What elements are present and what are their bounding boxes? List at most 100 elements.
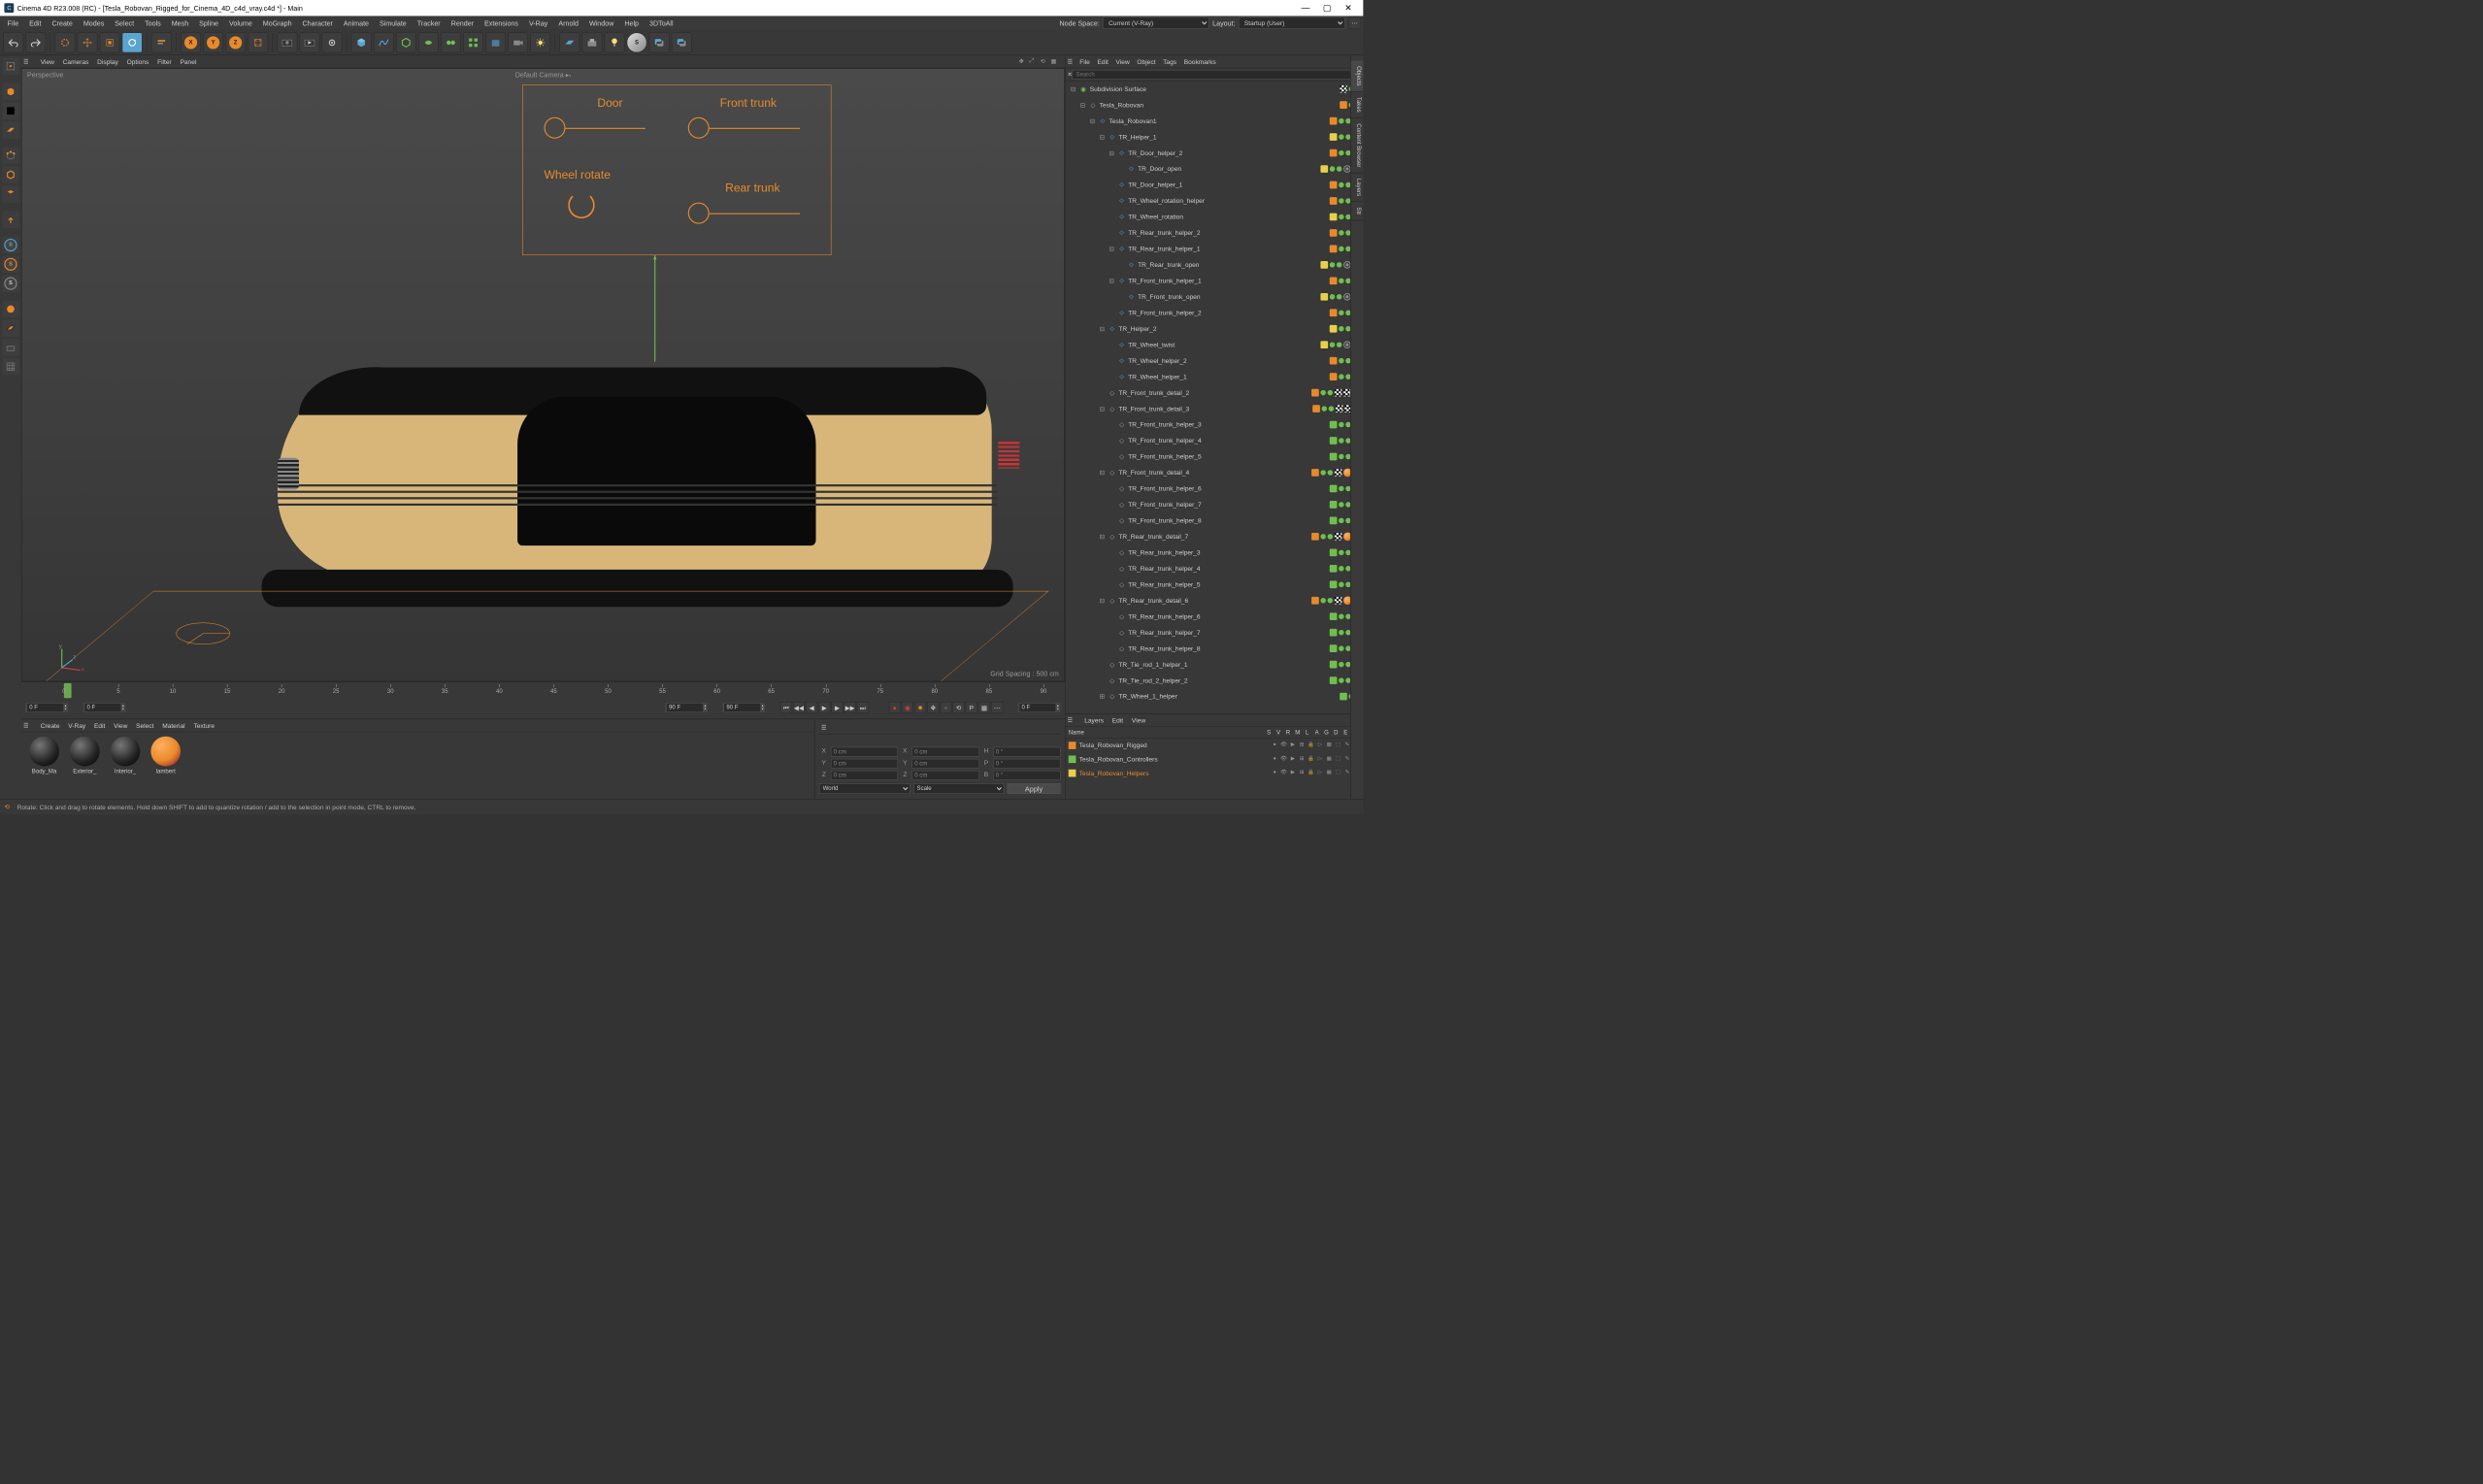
tag-dot-green[interactable] [1339,454,1343,459]
coord-sx-field[interactable] [912,747,979,757]
tag-green[interactable] [1330,453,1338,461]
layer-flag-d[interactable]: ⬚ [1335,770,1342,777]
menu-simulate[interactable]: Simulate [375,18,413,26]
tag-checker[interactable] [1336,405,1343,412]
tree-row[interactable]: ⟐TR_Wheel_twist [1065,337,1363,352]
key-opts-button[interactable]: ⋯ [991,702,1003,713]
autokey-button[interactable]: ◉ [902,702,913,713]
viewport-maximize-icon[interactable]: ▦ [1051,57,1060,66]
tree-row[interactable]: ◇TR_Front_trunk_helper_3 [1065,416,1363,432]
tag-dot-green[interactable] [1320,390,1325,395]
tag-checker[interactable] [1340,85,1347,93]
tag-green[interactable] [1330,580,1338,588]
tag-dot-green[interactable] [1339,214,1343,219]
menu-render[interactable]: Render [446,18,479,26]
expand-icon[interactable]: ⊞ [1098,693,1106,701]
mograph-button[interactable] [463,32,483,52]
texture-mode-button[interactable] [2,102,19,119]
key-pla-button[interactable]: ▦ [978,702,990,713]
coord-system-button[interactable] [248,32,268,52]
key-scale-button[interactable]: ▫ [940,702,951,713]
expand-icon[interactable]: ⊟ [1098,533,1106,541]
start-frame-field[interactable] [26,703,63,712]
coord-p-field[interactable] [993,759,1060,769]
tag-yellow[interactable] [1320,341,1328,348]
obj-menu-tags[interactable]: Tags [1159,58,1180,66]
tag-orange[interactable] [1311,389,1319,397]
tag-orange[interactable] [1330,229,1338,237]
view-menu-options[interactable]: Options [122,58,152,66]
next-frame-button[interactable]: ▶ [831,702,843,713]
minimize-button[interactable]: — [1295,0,1316,16]
materials-menu-icon[interactable]: ☰ [23,722,33,729]
node-space-select[interactable]: Current (V-Ray) [1103,17,1209,29]
close-button[interactable]: ✕ [1338,0,1359,16]
materials-menu-create[interactable]: Create [36,722,64,730]
key-rot-button[interactable]: ⟲ [953,702,965,713]
rotate-button[interactable] [122,32,143,52]
live-select-button[interactable] [55,32,76,52]
materials-menu-view[interactable]: View [110,722,132,730]
tag-dot-green[interactable] [1339,182,1343,187]
obj-menu-file[interactable]: File [1076,58,1093,66]
tag-dot-green[interactable] [1328,470,1333,475]
layer-flag-d[interactable]: ⬚ [1335,755,1342,763]
tag-dot-green[interactable] [1339,247,1343,251]
layer-flag-s[interactable]: ● [1271,742,1278,749]
prev-frame-button[interactable]: ◀ [806,702,817,713]
next-key-button[interactable]: ▶▶ [844,702,856,713]
layer-flag-g[interactable]: ▦ [1325,742,1333,749]
grid-button[interactable] [2,358,19,376]
layer-flag-d[interactable]: ⬚ [1335,742,1342,749]
viewport-rotate-icon[interactable]: ⟲ [1041,57,1049,66]
tag-dot-green[interactable] [1339,422,1343,427]
tree-row[interactable]: ◇TR_Front_trunk_helper_6 [1065,480,1363,496]
expand-icon[interactable]: ⊟ [1108,277,1115,284]
tag-orange[interactable] [1340,101,1347,109]
render-settings-button[interactable] [322,32,343,52]
menu-file[interactable]: File [2,18,23,26]
tree-row[interactable]: ⊟⟐TR_Front_trunk_helper_1 [1065,273,1363,288]
layer-flag-l[interactable]: 🔒 [1308,742,1315,749]
menu-window[interactable]: Window [583,18,618,26]
search-input[interactable] [1073,70,1361,80]
tag-orange[interactable] [1330,277,1338,284]
rig-door-control[interactable] [544,117,565,139]
view-menu-panel[interactable]: Panel [176,58,201,66]
expand-icon[interactable]: ⊟ [1108,246,1115,253]
tag-orange[interactable] [1330,149,1338,157]
layout-config-icon[interactable]: ⋯ [1348,17,1361,29]
material-exterior_[interactable]: Exterior_ [66,737,103,795]
view-menu-filter[interactable]: Filter [153,58,176,66]
vray-button[interactable]: S [627,32,647,52]
tag-yellow[interactable] [1330,214,1338,221]
volume-button[interactable] [485,32,506,52]
light-button[interactable] [530,32,550,52]
right-tab-takes[interactable]: Takes [1351,92,1364,118]
snap-button[interactable]: S [2,237,19,254]
tag-dot-green[interactable] [1339,550,1343,555]
spline-button[interactable] [374,32,394,52]
layers-menu-layers[interactable]: Layers [1080,716,1109,724]
points-mode-button[interactable] [2,148,19,165]
tree-row[interactable]: ◇TR_Front_trunk_helper_4 [1065,433,1363,448]
tag-yellow[interactable] [1330,325,1338,333]
tag-dot-green[interactable] [1339,374,1343,379]
expand-icon[interactable]: ⊟ [1079,101,1087,109]
layer-flag-s[interactable]: ● [1271,755,1278,763]
tree-row[interactable]: ⊟⟐TR_Helper_1 [1065,129,1363,145]
tree-row[interactable]: ⟐TR_Wheel_helper_1 [1065,369,1363,384]
layer-flag-s[interactable]: ● [1271,770,1278,777]
coord-x-field[interactable] [831,747,898,757]
tree-row[interactable]: ◇TR_Tie_rod_1_helper_1 [1065,656,1363,672]
make-editable-button[interactable] [2,57,19,75]
apply-button[interactable]: Apply [1008,783,1061,794]
layer-flag-m[interactable]: ⊞ [1298,770,1306,777]
tag-dot-green[interactable] [1330,166,1335,171]
tree-row[interactable]: ⊟⟐TR_Door_helper_2 [1065,145,1363,160]
tag-green[interactable] [1330,565,1338,573]
cube-primitive-button[interactable] [351,32,372,52]
tag-dot-green[interactable] [1337,166,1341,171]
menu-3dtoall[interactable]: 3DToAll [645,18,679,26]
layer-flag-a[interactable]: ▷ [1316,755,1324,763]
